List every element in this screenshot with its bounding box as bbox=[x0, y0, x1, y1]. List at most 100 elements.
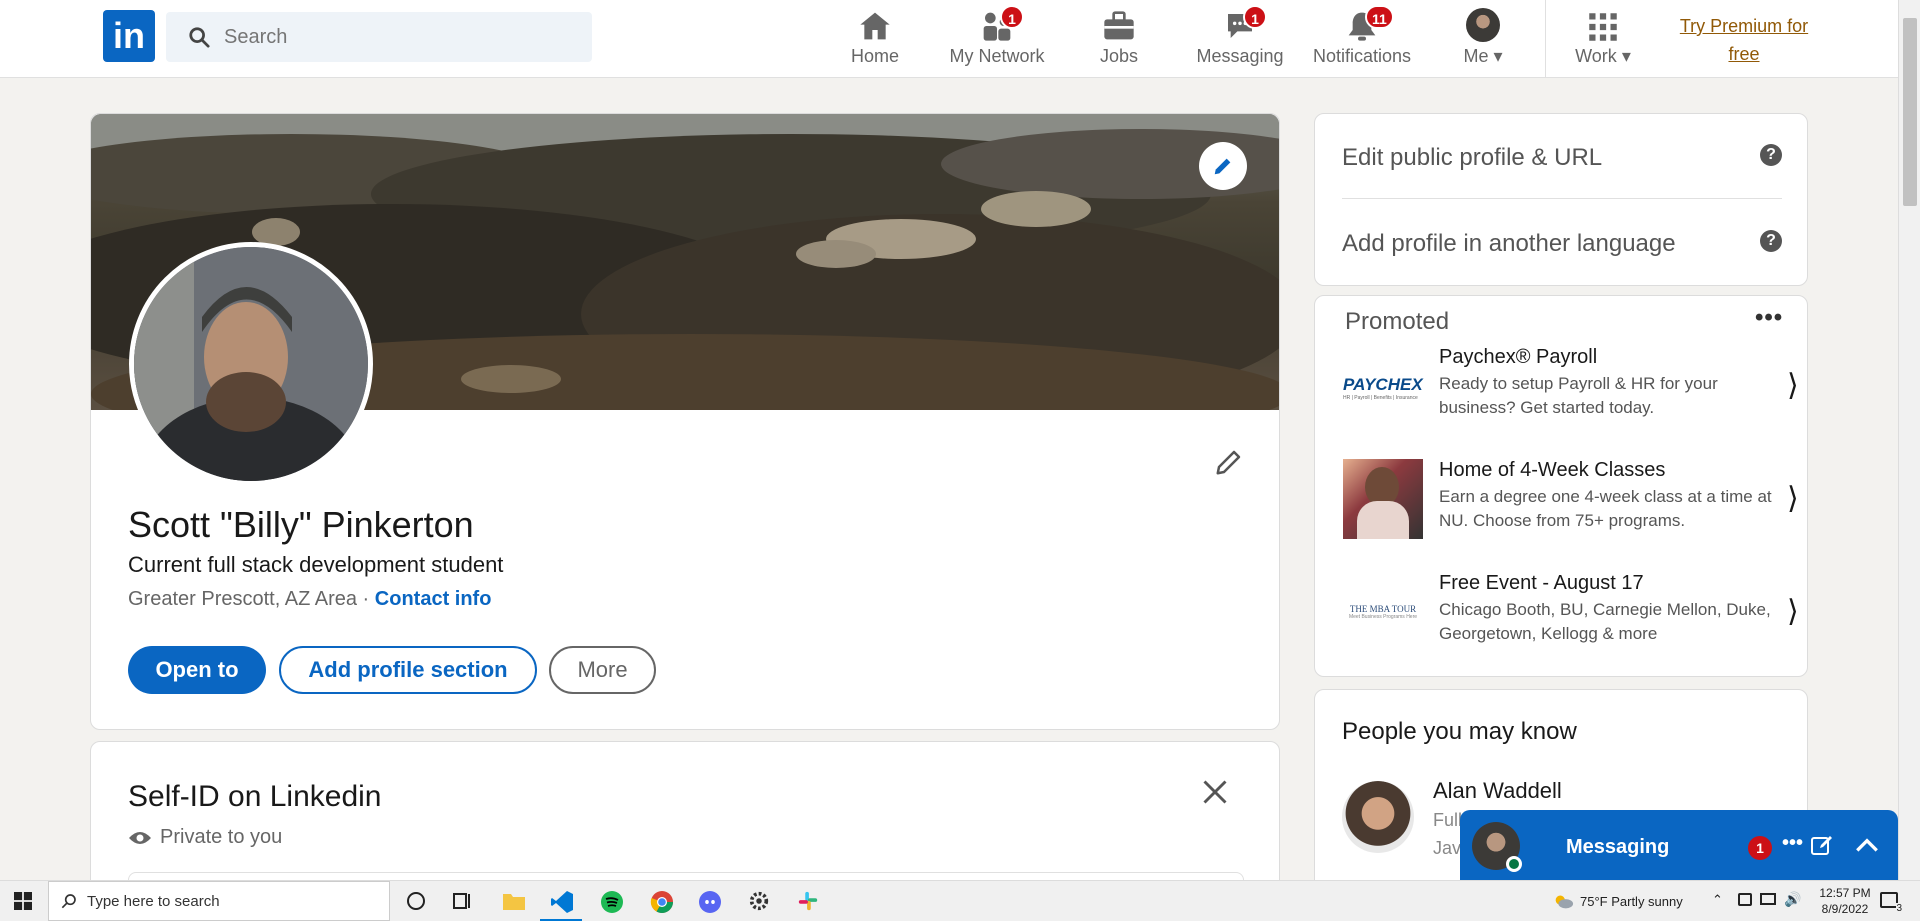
profile-headline: Current full stack development student bbox=[128, 552, 504, 577]
more-button[interactable]: More bbox=[549, 646, 656, 694]
nav-messaging-label: Messaging bbox=[1196, 46, 1284, 66]
discord-icon[interactable] bbox=[698, 890, 721, 913]
tray-chevron-up-icon[interactable]: ⌃ bbox=[1712, 892, 1723, 908]
messaging-more-options-icon[interactable]: ••• bbox=[1782, 832, 1803, 855]
nav-notifications-label: Notifications bbox=[1312, 46, 1412, 66]
intro-edit-button[interactable] bbox=[1209, 442, 1249, 482]
taskbar-search-icon bbox=[61, 894, 76, 909]
vscode-icon[interactable] bbox=[550, 890, 573, 913]
ad-nu-classes[interactable]: Home of 4-Week Classes Earn a degree one… bbox=[1343, 459, 1803, 559]
work-grid-icon bbox=[1589, 13, 1617, 41]
edit-public-profile-row[interactable]: Edit public profile & URL ? bbox=[1342, 114, 1782, 199]
messaging-overlay-label: Messaging bbox=[1566, 836, 1670, 858]
nav-me-label-wrap: Me ▾ bbox=[1428, 46, 1538, 67]
online-status-dot bbox=[1506, 856, 1522, 872]
nav-home-label: Home bbox=[850, 46, 899, 66]
promoted-more-options-icon[interactable]: ••• bbox=[1755, 304, 1783, 332]
add-language-row[interactable]: Add profile in another language ? bbox=[1342, 200, 1782, 285]
ad-description: Ready to setup Payroll & HR for your bus… bbox=[1439, 374, 1718, 417]
messaging-expand-chevron-up-icon[interactable] bbox=[1854, 834, 1880, 861]
premium-line2: free bbox=[1728, 44, 1760, 64]
nav-home[interactable]: Home bbox=[820, 6, 930, 72]
spotify-svg bbox=[601, 891, 623, 913]
chrome-svg bbox=[650, 891, 673, 913]
network-icon[interactable] bbox=[1738, 893, 1752, 906]
file-explorer-icon[interactable] bbox=[502, 890, 525, 912]
nav-jobs[interactable]: Jobs bbox=[1064, 6, 1174, 72]
nav-work[interactable]: Work ▾ bbox=[1548, 6, 1658, 72]
vscode-svg bbox=[551, 891, 573, 913]
clock-date: 8/9/2022 bbox=[1821, 902, 1869, 916]
my-network-badge: 1 bbox=[1000, 5, 1024, 29]
me-avatar bbox=[1466, 8, 1500, 42]
search-box[interactable] bbox=[166, 12, 592, 62]
cortana-svg bbox=[407, 892, 425, 910]
task-view-icon[interactable] bbox=[452, 890, 474, 912]
help-question-icon[interactable]: ? bbox=[1760, 230, 1782, 252]
selfid-visibility-row: Private to you bbox=[128, 826, 282, 849]
try-premium-link[interactable]: Try Premium for free bbox=[1668, 12, 1820, 68]
mba-tour-logo-sub: Meet Business Programs Here bbox=[1348, 614, 1418, 620]
top-navigation: in Home 1 My Network Jobs 1 Messaging bbox=[0, 0, 1898, 78]
nav-notifications[interactable]: 11 Notifications bbox=[1307, 5, 1417, 72]
settings-gear-icon[interactable] bbox=[748, 890, 770, 912]
spotify-icon[interactable] bbox=[600, 890, 623, 913]
ad-title: Home of 4-Week Classes bbox=[1439, 459, 1666, 481]
location-row: Greater Prescott, AZ Area · Contact info bbox=[128, 588, 491, 611]
location-separator: · bbox=[362, 588, 370, 610]
chrome-icon[interactable] bbox=[650, 890, 673, 913]
chevron-right-icon: ⟩ bbox=[1787, 595, 1799, 628]
chevron-right-icon: ⟩ bbox=[1787, 482, 1799, 515]
pymk-avatar[interactable] bbox=[1342, 781, 1414, 853]
mba-tour-logo: THE MBA TOUR Meet Business Programs Here bbox=[1343, 580, 1423, 644]
search-icon bbox=[189, 27, 210, 48]
profile-photo-image bbox=[134, 247, 368, 481]
cover-edit-button[interactable] bbox=[1199, 142, 1247, 190]
nav-me[interactable]: Me ▾ bbox=[1428, 6, 1538, 72]
volume-icon[interactable]: 🔊 bbox=[1784, 891, 1801, 908]
paychex-logo-sub: HR | Payroll | Benefits | Insurance bbox=[1343, 395, 1418, 401]
messaging-overlay-bar[interactable]: Messaging 1 ••• bbox=[1460, 810, 1898, 880]
weather-text: 75°F Partly sunny bbox=[1580, 893, 1683, 909]
jobs-briefcase-icon bbox=[1104, 11, 1134, 40]
contact-info-link[interactable]: Contact info bbox=[375, 588, 492, 610]
display-icon[interactable] bbox=[1760, 893, 1776, 905]
selfid-close-button[interactable] bbox=[1201, 778, 1237, 814]
ad-title: Paychex® Payroll bbox=[1439, 346, 1598, 368]
pymk-person-name[interactable]: Alan Waddell bbox=[1433, 778, 1562, 804]
clock[interactable]: 12:57 PM 8/9/2022 bbox=[1800, 885, 1890, 917]
nav-my-network-label: My Network bbox=[949, 46, 1045, 66]
page-scrollbar[interactable] bbox=[1898, 0, 1920, 880]
nav-messaging[interactable]: 1 Messaging bbox=[1185, 5, 1295, 72]
promoted-card: Promoted ••• PAYCHEX HR | Payroll | Bene… bbox=[1314, 295, 1808, 677]
profile-location: Greater Prescott, AZ Area bbox=[128, 588, 357, 610]
taskbar-search-box[interactable]: Type here to search bbox=[48, 881, 390, 921]
windows-taskbar: Type here to search 75°F Partly sunny ⌃ … bbox=[0, 880, 1920, 921]
open-to-button[interactable]: Open to bbox=[128, 646, 266, 694]
compose-message-icon[interactable] bbox=[1810, 834, 1834, 863]
weather-widget[interactable]: 75°F Partly sunny bbox=[1552, 891, 1683, 911]
action-center-icon[interactable]: 3 bbox=[1880, 892, 1902, 914]
chevron-up-icon bbox=[1856, 838, 1878, 852]
pencil-icon bbox=[1214, 158, 1231, 175]
ad-mba-tour[interactable]: THE MBA TOUR Meet Business Programs Here… bbox=[1343, 572, 1803, 672]
pymk-title: People you may know bbox=[1342, 718, 1577, 745]
ad-paychex[interactable]: PAYCHEX HR | Payroll | Benefits | Insura… bbox=[1343, 346, 1803, 446]
scrollbar-thumb[interactable] bbox=[1903, 18, 1917, 206]
partly-sunny-icon bbox=[1555, 895, 1574, 909]
edit-public-profile-link[interactable]: Edit public profile & URL bbox=[1342, 144, 1602, 172]
add-profile-section-button[interactable]: Add profile section bbox=[279, 646, 537, 694]
profile-photo[interactable] bbox=[129, 242, 373, 486]
messaging-overlay-badge: 1 bbox=[1748, 836, 1772, 860]
pencil-icon bbox=[1216, 450, 1241, 475]
windows-start-icon[interactable] bbox=[14, 892, 32, 910]
cortana-icon[interactable] bbox=[405, 890, 427, 912]
linkedin-logo[interactable]: in bbox=[103, 10, 155, 62]
close-icon bbox=[1203, 780, 1227, 804]
help-question-icon[interactable]: ? bbox=[1760, 144, 1782, 166]
search-input[interactable] bbox=[224, 25, 564, 49]
add-language-link[interactable]: Add profile in another language bbox=[1342, 230, 1676, 258]
slack-icon[interactable] bbox=[797, 890, 819, 912]
nav-my-network[interactable]: 1 My Network bbox=[942, 5, 1052, 72]
nu-ad-person-body bbox=[1357, 501, 1409, 539]
